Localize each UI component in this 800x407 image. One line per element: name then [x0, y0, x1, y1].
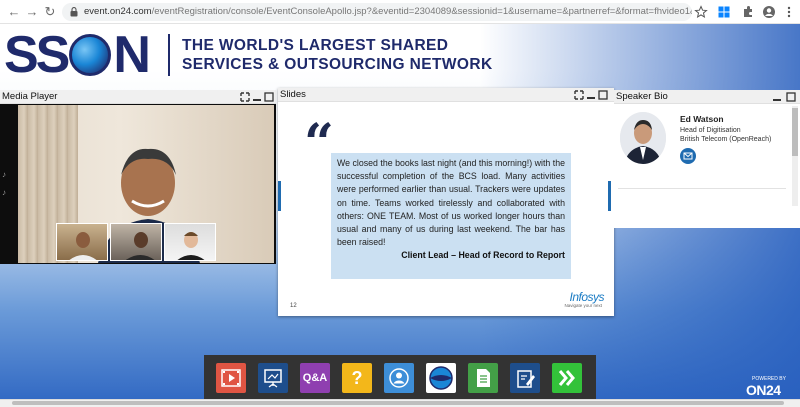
- document-icon: [477, 369, 490, 387]
- bio-scrollbar-thumb[interactable]: [792, 108, 798, 156]
- url-path: /eventRegistration/console/EventConsoleA…: [151, 6, 692, 17]
- expand-icon[interactable]: [574, 90, 584, 100]
- double-chevron-right-icon: [558, 370, 575, 386]
- reload-icon[interactable]: ↻: [42, 4, 58, 20]
- slide-accent-right: [608, 181, 611, 211]
- speaker-role: Head of Digitisation: [680, 127, 741, 134]
- expand-icon[interactable]: [240, 92, 250, 102]
- testimonial-box: We closed the books last night (and this…: [331, 153, 571, 279]
- globe-icon: [69, 34, 112, 76]
- participant-thumbnail[interactable]: [56, 223, 108, 261]
- captions-icon[interactable]: ♪: [2, 188, 12, 198]
- slide-accent-left: [278, 181, 281, 211]
- user-icon: [389, 368, 409, 388]
- forward-icon[interactable]: →: [24, 4, 40, 20]
- speaker-bio-tool[interactable]: [384, 363, 414, 393]
- browser-toolbar: ← → ↻ event.on24.com/eventRegistration/c…: [0, 0, 800, 24]
- speaker-avatar: [620, 112, 666, 164]
- url-host: event.on24.com: [84, 6, 152, 17]
- windows-extension-icon[interactable]: [717, 5, 731, 19]
- volume-icon[interactable]: ♪: [2, 170, 12, 180]
- webcast-console: SS N THE WORLD'S LARGEST SHARED SERVICES …: [0, 24, 800, 407]
- mail-icon: [683, 152, 693, 160]
- speaker-name: Ed Watson: [680, 114, 724, 124]
- testimonial-text: We closed the books last night (and this…: [337, 158, 565, 248]
- qa-label: Q&A: [302, 372, 328, 384]
- presentation-icon: [264, 369, 282, 388]
- survey-tool[interactable]: [510, 363, 540, 393]
- testimonial-author: Client Lead – Head of Record to Report: [401, 250, 565, 261]
- video-feed[interactable]: [18, 105, 274, 263]
- slide-number: 12: [290, 303, 297, 309]
- slides-header[interactable]: Slides: [278, 88, 614, 102]
- resources-tool[interactable]: [468, 363, 498, 393]
- profile-avatar-icon[interactable]: [762, 5, 776, 19]
- clipboard-edit-icon: [517, 370, 535, 388]
- media-player-header[interactable]: Media Player: [0, 90, 276, 104]
- speaker-bio-header[interactable]: Speaker Bio: [614, 90, 800, 104]
- slides-panel: Slides “ We closed the books last night …: [278, 88, 614, 316]
- address-bar[interactable]: event.on24.com/eventRegistration/console…: [62, 3, 692, 21]
- maximize-icon[interactable]: [786, 92, 796, 102]
- horizontal-scrollbar-thumb[interactable]: [12, 401, 784, 405]
- help-tool[interactable]: ?: [342, 363, 372, 393]
- quote-mark-icon: “: [304, 113, 334, 174]
- speaker-bio-title: Speaker Bio: [616, 91, 668, 102]
- film-icon: [221, 369, 241, 387]
- question-mark-icon: ?: [351, 368, 363, 388]
- lock-icon: [70, 7, 78, 17]
- on24-logo: ON24: [746, 382, 781, 398]
- media-player-title: Media Player: [2, 91, 58, 102]
- sson-tool[interactable]: [426, 363, 456, 393]
- speaker-bio-panel: Speaker Bio Ed Watson Head of Digitisati…: [614, 90, 800, 228]
- infosys-tagline: Navigate your next: [564, 303, 602, 308]
- participant-thumbnail[interactable]: [164, 223, 216, 261]
- minimize-icon[interactable]: [252, 92, 262, 102]
- tagline: THE WORLD'S LARGEST SHARED SERVICES & OU…: [182, 37, 493, 73]
- browser-menu-icon[interactable]: [782, 5, 796, 19]
- globe-icon: [429, 366, 453, 390]
- email-speaker-button[interactable]: [680, 148, 696, 164]
- minimize-icon[interactable]: [586, 90, 596, 100]
- sson-logo: SS N: [4, 26, 151, 84]
- media-player-panel: Media Player ♪ ♪: [0, 90, 276, 264]
- media-player-tool[interactable]: [216, 363, 246, 393]
- console-toolbar: Q&A ?: [204, 355, 596, 401]
- qa-tool[interactable]: Q&A: [300, 363, 330, 393]
- speaker-company: British Telecom (OpenReach): [680, 136, 772, 143]
- next-tool[interactable]: [552, 363, 582, 393]
- minimize-icon[interactable]: [772, 92, 782, 102]
- maximize-icon[interactable]: [598, 90, 608, 100]
- slides-tool[interactable]: [258, 363, 288, 393]
- back-icon[interactable]: ←: [6, 4, 22, 20]
- bookmark-star-icon[interactable]: [694, 5, 708, 19]
- extensions-puzzle-icon[interactable]: [741, 5, 755, 19]
- maximize-icon[interactable]: [264, 92, 274, 102]
- slides-title: Slides: [280, 89, 306, 100]
- infosys-logo: Infosys: [569, 290, 604, 304]
- participant-thumbnail[interactable]: [110, 223, 162, 261]
